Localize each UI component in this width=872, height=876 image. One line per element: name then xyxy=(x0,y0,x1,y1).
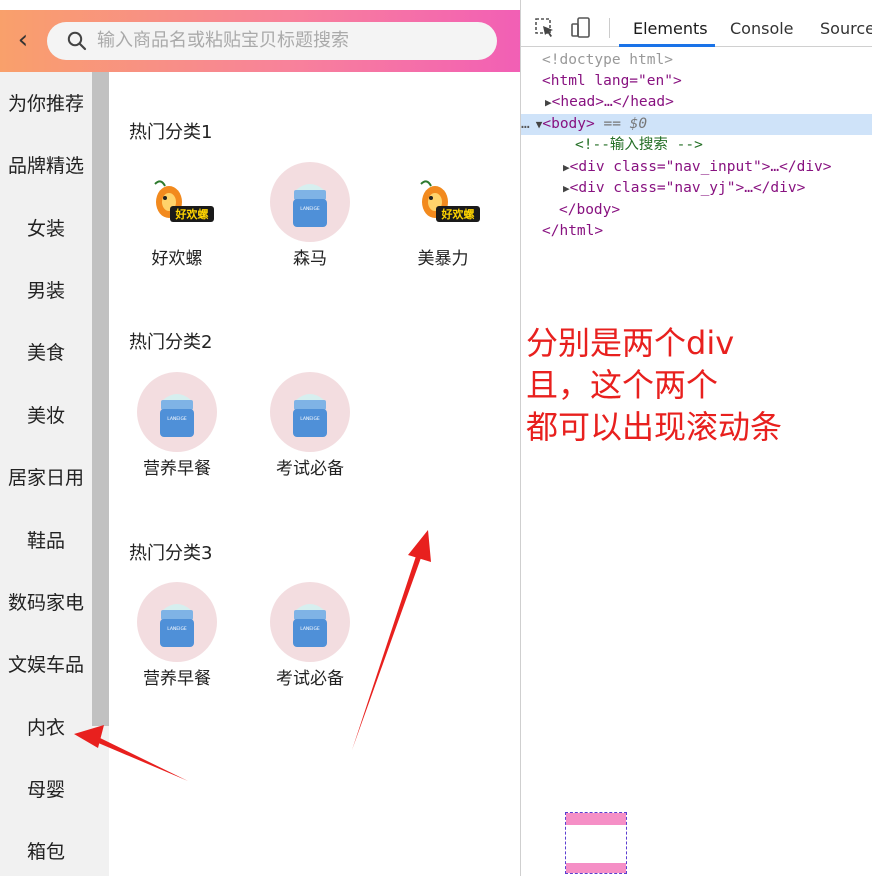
product-name: 营养早餐 xyxy=(143,669,211,689)
dom-div-nav-input[interactable]: ▶<div class="nav_input">…</div> xyxy=(521,157,872,178)
sidebar-item-digital[interactable]: 数码家电 xyxy=(0,583,92,623)
cream-jar-image: LANEIGE xyxy=(293,394,327,437)
product-item[interactable]: 好欢螺 好欢螺 xyxy=(122,162,232,269)
sidebar-item-recommend[interactable]: 为你推荐 xyxy=(0,84,92,124)
product-image: LANEIGE xyxy=(270,162,350,242)
expand-arrow-icon[interactable]: ▶ xyxy=(521,161,570,174)
dom-html-close[interactable]: </html> xyxy=(521,221,872,242)
dom-head[interactable]: ▶<head>…</head> xyxy=(521,92,872,113)
sidebar-item-baby[interactable]: 母婴 xyxy=(0,770,92,810)
product-image: LANEIGE xyxy=(137,372,217,452)
svg-text:好欢螺: 好欢螺 xyxy=(175,207,209,221)
sidebar-item-men[interactable]: 男装 xyxy=(0,271,92,311)
sidebar-scrollbar[interactable] xyxy=(92,72,109,876)
product-name: 美暴力 xyxy=(417,249,469,269)
product-item[interactable]: LANEIGE 森马 xyxy=(255,162,365,269)
sidebar-item-beauty[interactable]: 美妆 xyxy=(0,396,92,436)
expand-arrow-icon[interactable]: ▶ xyxy=(521,182,570,195)
annotation-line: 都可以出现滚动条 xyxy=(526,408,783,446)
search-placeholder: 输入商品名或粘贴宝贝标题搜索 xyxy=(97,30,349,51)
category-title: 热门分类3 xyxy=(129,543,213,564)
snail-logo-image: 好欢螺 xyxy=(420,180,480,222)
sidebar-item-shoes[interactable]: 鞋品 xyxy=(0,521,92,561)
svg-text:LANEIGE: LANEIGE xyxy=(167,416,187,422)
dom-doctype[interactable]: <!doctype html> xyxy=(521,50,872,71)
product-item[interactable]: LANEIGE 营养早餐 xyxy=(122,582,232,689)
product-image: LANEIGE xyxy=(270,582,350,662)
annotation-line: 且，这个两个 xyxy=(526,366,719,404)
product-name: 考试必备 xyxy=(276,459,344,479)
sidebar-item-underwear[interactable]: 内衣 xyxy=(0,708,92,748)
svg-text:LANEIGE: LANEIGE xyxy=(300,206,320,212)
scrollbar-thumb[interactable] xyxy=(92,72,109,726)
dom-body-open[interactable]: … ▼<body> == $0 xyxy=(521,114,872,135)
category-title: 热门分类1 xyxy=(129,122,213,143)
ellipsis-icon[interactable]: … xyxy=(521,116,530,132)
product-item[interactable]: LANEIGE 考试必备 xyxy=(255,582,365,689)
category-title: 热门分类2 xyxy=(129,332,213,353)
sidebar-item-food[interactable]: 美食 xyxy=(0,333,92,373)
sidebar-item-women[interactable]: 女装 xyxy=(0,209,92,249)
product-name: 森马 xyxy=(293,249,327,269)
inspect-element-icon[interactable] xyxy=(533,16,557,40)
devtools-toolbar: Elements Console Sources xyxy=(521,10,872,47)
device-toolbar-icon[interactable] xyxy=(569,16,593,40)
svg-text:LANEIGE: LANEIGE xyxy=(300,416,320,422)
active-tab-indicator xyxy=(619,44,715,47)
mobile-page: ‹ 输入商品名或粘贴宝贝标题搜索 为你推荐 品牌精选 女装 男装 美食 美妆 居… xyxy=(0,0,520,876)
dom-comment[interactable]: <!--输入搜索 --> xyxy=(521,135,872,156)
top-gap xyxy=(0,0,520,10)
product-name: 营养早餐 xyxy=(143,459,211,479)
product-image: LANEIGE xyxy=(270,372,350,452)
back-icon[interactable]: ‹ xyxy=(10,24,36,56)
toolbar-separator xyxy=(609,18,610,38)
cream-jar-image: LANEIGE xyxy=(293,184,327,227)
product-name: 好欢螺 xyxy=(151,249,203,269)
box-model-margin-bottom xyxy=(566,863,626,873)
cream-jar-image: LANEIGE xyxy=(160,604,194,647)
search-icon xyxy=(67,31,87,51)
sidebar-item-entertainment[interactable]: 文娱车品 xyxy=(0,645,92,685)
product-name: 考试必备 xyxy=(276,669,344,689)
box-model-margin-top xyxy=(566,813,626,825)
sidebar-item-home[interactable]: 居家日用 xyxy=(0,458,92,498)
sidebar-item-brand[interactable]: 品牌精选 xyxy=(0,146,92,186)
product-image: LANEIGE xyxy=(137,582,217,662)
cream-jar-image: LANEIGE xyxy=(293,604,327,647)
dom-html-open[interactable]: <html lang="en"> xyxy=(521,71,872,92)
search-navbar: ‹ 输入商品名或粘贴宝贝标题搜索 xyxy=(0,10,520,72)
expand-arrow-icon[interactable]: ▶ xyxy=(521,96,552,109)
tab-elements[interactable]: Elements xyxy=(633,10,708,46)
tab-sources[interactable]: Sources xyxy=(820,10,872,46)
box-model-preview xyxy=(565,812,627,874)
snail-logo-image: 好欢螺 xyxy=(154,180,214,222)
product-image: 好欢螺 xyxy=(403,162,483,242)
product-image: 好欢螺 xyxy=(137,162,217,242)
product-item[interactable]: LANEIGE 考试必备 xyxy=(255,372,365,479)
search-input[interactable]: 输入商品名或粘贴宝贝标题搜索 xyxy=(47,22,497,60)
category-sidebar[interactable]: 为你推荐 品牌精选 女装 男装 美食 美妆 居家日用 鞋品 数码家电 文娱车品 … xyxy=(0,72,92,876)
product-item[interactable]: 好欢螺 美暴力 xyxy=(388,162,498,269)
dom-body-close[interactable]: </body> xyxy=(521,200,872,221)
annotation-line: 分别是两个div xyxy=(526,324,735,362)
svg-text:LANEIGE: LANEIGE xyxy=(167,626,187,632)
sidebar-item-bags[interactable]: 箱包 xyxy=(0,832,92,872)
dom-div-nav-yj[interactable]: ▶<div class="nav_yj">…</div> xyxy=(521,178,872,199)
svg-text:好欢螺: 好欢螺 xyxy=(441,207,475,221)
cream-jar-image: LANEIGE xyxy=(160,394,194,437)
tab-console[interactable]: Console xyxy=(730,10,794,46)
annotation-text: 分别是两个div 且，这个两个 都可以出现滚动条 xyxy=(526,322,782,448)
svg-text:LANEIGE: LANEIGE xyxy=(300,626,320,632)
collapse-arrow-icon[interactable]: ▼ xyxy=(530,118,543,131)
product-item[interactable]: LANEIGE 营养早餐 xyxy=(122,372,232,479)
category-content: 热门分类1 好欢螺 好欢螺 LANEIGE 森马 好欢螺 美暴力 热门分类2 L… xyxy=(110,72,520,876)
